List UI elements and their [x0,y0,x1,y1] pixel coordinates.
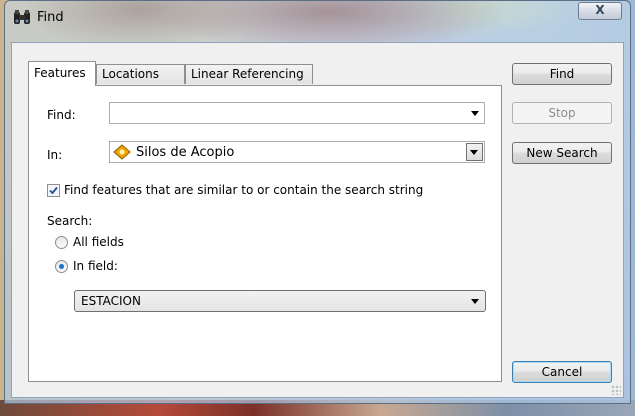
in-layer-select[interactable]: Silos de Acopio [109,141,485,163]
all-fields-radio[interactable] [55,236,68,249]
radio-selected-dot [59,264,64,269]
tab-label: Features [34,66,86,80]
close-icon: X [595,3,605,17]
similar-label: Find features that are similar to or con… [64,183,424,197]
features-panel: Find: In: Silos de Acopio Find features [28,85,502,382]
in-field-label: In field: [73,259,118,273]
in-field-radio[interactable] [55,260,68,273]
title-bar[interactable]: Find X [5,1,630,39]
new-search-button[interactable]: New Search [512,142,612,164]
checkmark-icon [49,186,58,195]
tab-features[interactable]: Features [28,61,96,86]
dialog-client-area: Features Locations Linear Referencing Fi… [11,42,624,398]
find-dialog: Find X Features Locations Linear Referen… [4,0,631,404]
resize-grip[interactable] [611,385,621,395]
binoculars-icon [14,10,30,24]
search-label: Search: [47,214,93,228]
cancel-button[interactable]: Cancel [512,361,612,383]
similar-checkbox[interactable] [47,184,60,197]
field-select-value: ESTACION [81,294,141,308]
tab-label: Locations [102,67,160,81]
stop-button[interactable]: Stop [512,102,612,124]
tab-label: Linear Referencing [191,67,304,81]
layer-symbol-icon [113,144,131,160]
field-select[interactable]: ESTACION [74,290,486,312]
in-label: In: [47,148,63,162]
chevron-down-icon[interactable] [471,299,479,304]
window-title: Find [37,10,64,25]
in-layer-value: Silos de Acopio [136,145,235,160]
chevron-down-icon[interactable] [471,111,479,116]
find-label: Find: [47,108,76,122]
find-button[interactable]: Find [512,63,612,85]
tab-locations[interactable]: Locations [96,64,185,84]
all-fields-label: All fields [73,235,124,249]
tab-linear-referencing[interactable]: Linear Referencing [185,64,313,84]
find-input[interactable] [109,102,485,124]
close-button[interactable]: X [578,2,622,20]
dropdown-button[interactable] [466,143,483,161]
chevron-down-icon [470,150,478,155]
